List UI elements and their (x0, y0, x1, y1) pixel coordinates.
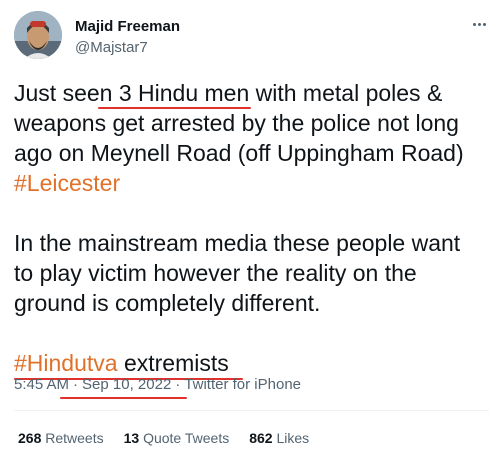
tweet-line: to play victim however the reality on th… (14, 260, 417, 286)
tweet-line: ago on Meynell Road (off Uppingham Road) (14, 140, 464, 166)
retweets-stat[interactable]: 268 Retweets (18, 430, 104, 446)
likes-stat[interactable]: 862 Likes (249, 430, 309, 446)
author-handle[interactable]: @Majstar7 (75, 39, 148, 56)
tweet-text-segment: extremists (117, 350, 229, 376)
red-underline-annotation (60, 397, 188, 399)
ellipsis-icon (477, 22, 481, 26)
tweet-text-segment: Just see (14, 80, 100, 106)
user-avatar-icon (14, 11, 62, 59)
tweet-text-segment: with metal poles & (249, 80, 443, 106)
tweet-date[interactable]: Sep 10, 2022 (82, 376, 171, 393)
red-underline-annotation (97, 107, 252, 109)
tweet-line: Just seen 3 Hindu men with metal poles & (14, 78, 494, 109)
divider (14, 410, 489, 411)
annotated-phrase: n 3 Hindu men (97, 80, 252, 109)
quote-tweets-label: Quote Tweets (143, 430, 230, 446)
likes-count: 862 (249, 430, 273, 446)
more-options-button[interactable] (466, 15, 492, 33)
meta-separator: · (175, 376, 181, 393)
hashtag-leicester-link[interactable]: #Leicester (14, 170, 120, 196)
likes-label: Likes (276, 430, 310, 446)
tweet-meta: 5:45 AM · Sep 10, 2022 · Twitter for iPhone (14, 376, 301, 399)
tweet-text-segment: n 3 Hindu men (99, 80, 250, 106)
meta-separator: · (73, 376, 79, 393)
tweet-line: #Leicester (14, 168, 494, 198)
tweet-stats: 268 Retweets 13 Quote Tweets 862 Likes (18, 430, 309, 446)
author-display-name[interactable]: Majid Freeman (75, 18, 180, 35)
tweet-line: #Hindutva extremists (14, 348, 494, 380)
quote-tweets-stat[interactable]: 13 Quote Tweets (124, 430, 230, 446)
retweets-label: Retweets (45, 430, 104, 446)
hashtag-hindutva-link[interactable]: #Hindutva (14, 350, 118, 376)
tweet-line: ground is completely different. (14, 290, 321, 316)
author-avatar[interactable] (14, 11, 62, 59)
retweets-count: 268 (18, 430, 42, 446)
ellipsis-icon (472, 22, 476, 26)
tweet-line: In the mainstream media these people wan… (14, 230, 461, 256)
tweet-body: Just seen 3 Hindu men with metal poles &… (14, 78, 494, 380)
annotated-date: Sep 10, 2022 (60, 376, 188, 399)
ellipsis-icon (482, 22, 486, 26)
annotated-phrase: #Hindutva extremists (14, 350, 243, 380)
tweet-source[interactable]: Twitter for iPhone (184, 376, 301, 393)
quote-tweets-count: 13 (123, 430, 140, 446)
tweet-line: weapons get arrested by the police not l… (14, 110, 459, 136)
tweet-time[interactable]: 5:45 AM (14, 376, 69, 393)
tweet-header: Majid Freeman @Majstar7 (14, 11, 492, 61)
